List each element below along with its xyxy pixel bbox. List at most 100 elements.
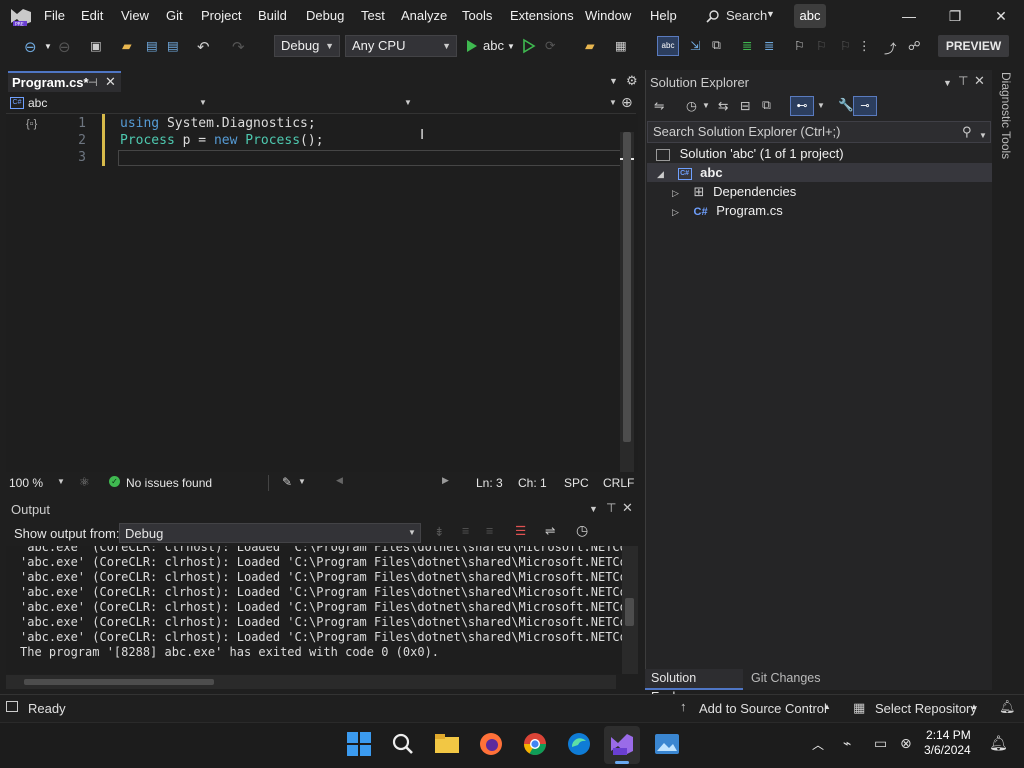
pin-icon[interactable]: ⊤: [958, 74, 968, 88]
tab-program-cs[interactable]: Program.cs* ⊣ ✕: [8, 71, 121, 92]
menu-test[interactable]: Test: [361, 8, 385, 23]
diagnostic-tools-tab[interactable]: Diagnostic Tools: [999, 72, 1013, 159]
switch-views-icon[interactable]: ⇋: [654, 98, 664, 113]
close-icon[interactable]: ✕: [622, 500, 633, 516]
menu-analyze[interactable]: Analyze: [401, 8, 447, 23]
menu-debug[interactable]: Debug: [306, 8, 344, 23]
taskbar-search-icon[interactable]: [390, 731, 416, 757]
chevron-down-icon[interactable]: ▼: [702, 101, 710, 110]
code-cleanup-icon[interactable]: ✎: [282, 475, 292, 489]
close-icon[interactable]: ✕: [105, 74, 116, 90]
notification-bell-icon[interactable]: 🔔︎: [989, 734, 1008, 752]
show-all-files-icon[interactable]: ⧉: [762, 98, 771, 113]
menu-window[interactable]: Window: [585, 8, 631, 23]
tree-item-dependencies[interactable]: ▷ ⊞ Dependencies: [672, 182, 972, 201]
visual-studio-logo-icon[interactable]: PRE: [10, 6, 32, 26]
notification-bell-icon[interactable]: 🔔︎: [999, 699, 1016, 715]
next-message-icon[interactable]: ≡: [486, 524, 493, 538]
volume-muted-icon[interactable]: ⊗: [900, 735, 912, 752]
whitespace-mode[interactable]: SPC: [564, 476, 589, 490]
properties-wrench-icon[interactable]: 🔧: [838, 98, 854, 113]
copy-icon[interactable]: ⧉: [712, 38, 728, 54]
pending-changes-filter-icon[interactable]: ◷: [686, 98, 697, 113]
menu-view[interactable]: View: [121, 8, 149, 23]
save-icon[interactable]: ▤: [146, 38, 162, 54]
more-tools-icon[interactable]: ⋮: [858, 38, 874, 54]
prev-bookmark-icon[interactable]: ⚐: [816, 38, 832, 54]
bookmark-icon[interactable]: ⚐: [794, 38, 810, 54]
hot-reload-icon[interactable]: ⟳: [545, 38, 561, 54]
clear-all-icon[interactable]: ☰: [515, 523, 526, 538]
collapse-all-icon[interactable]: ⊟: [740, 98, 750, 113]
chevron-down-icon[interactable]: ▼: [589, 504, 598, 514]
save-all-icon[interactable]: ▤: [167, 38, 183, 54]
outdent-icon[interactable]: ≣: [764, 38, 780, 54]
restore-button[interactable]: ❐: [932, 0, 978, 32]
monitor-icon[interactable]: ▭: [874, 735, 887, 752]
tab-git-changes[interactable]: Git Changes: [751, 671, 820, 685]
code-line[interactable]: using System.Diagnostics;: [120, 116, 316, 131]
menu-extensions[interactable]: Extensions: [510, 8, 574, 23]
expanded-arrow-icon[interactable]: ◢: [657, 169, 664, 179]
output-text-area[interactable]: 'abc.exe' (CoreCLR: clrhost): Loaded 'C:…: [6, 546, 622, 674]
close-icon[interactable]: ✕: [974, 73, 985, 89]
tab-solution-explorer[interactable]: Solution Explorer: [645, 669, 743, 704]
indent-icon[interactable]: ≣: [742, 38, 758, 54]
column-position[interactable]: Ch: 1: [518, 476, 547, 490]
solution-name-badge[interactable]: abc: [794, 4, 826, 28]
menu-git[interactable]: Git: [166, 8, 183, 23]
chevron-down-icon[interactable]: ▼: [817, 101, 825, 110]
tree-item-project[interactable]: ◢ C# abc: [647, 163, 992, 182]
live-share-icon[interactable]: ☍: [908, 38, 924, 54]
menu-project[interactable]: Project: [201, 8, 241, 23]
edge-icon[interactable]: [566, 731, 592, 757]
chevron-down-icon[interactable]: ▼: [57, 477, 65, 486]
tree-item-solution[interactable]: Solution 'abc' (1 of 1 project): [656, 144, 986, 163]
output-vertical-scrollbar[interactable]: [622, 546, 638, 674]
zoom-level[interactable]: 100 %: [9, 476, 43, 490]
file-explorer-icon[interactable]: [434, 731, 460, 757]
collapsed-arrow-icon[interactable]: ▷: [672, 188, 679, 198]
project-dropdown[interactable]: abc: [28, 96, 47, 110]
chevron-down-icon[interactable]: ▼: [609, 98, 617, 107]
navigate-back-icon[interactable]: ⊖: [24, 38, 40, 56]
visual-studio-taskbar-button[interactable]: [604, 726, 640, 764]
clock-icon[interactable]: ◷: [576, 522, 588, 539]
minimize-button[interactable]: —: [886, 0, 932, 32]
share-icon[interactable]: ⤴: [884, 38, 900, 56]
output-source-dropdown[interactable]: Debug ▼: [119, 523, 421, 543]
next-bookmark-icon[interactable]: ⚐: [840, 38, 856, 54]
chrome-icon[interactable]: [522, 731, 548, 757]
photos-icon[interactable]: [654, 731, 680, 757]
menu-file[interactable]: File: [44, 8, 65, 23]
tree-view-icon[interactable]: ⊷: [790, 96, 814, 116]
issues-status[interactable]: No issues found: [126, 476, 212, 490]
go-to-line-icon[interactable]: ⇟: [434, 524, 444, 539]
scroll-right-icon[interactable]: ▶: [442, 475, 449, 486]
code-editor[interactable]: {▫} 1 using System.Diagnostics; 2 Process p…: [6, 114, 638, 472]
previous-message-icon[interactable]: ≡: [462, 524, 469, 538]
output-horizontal-scrollbar[interactable]: [6, 675, 616, 689]
line-ending[interactable]: CRLF: [603, 476, 634, 490]
layout-icon[interactable]: ▦: [615, 38, 631, 54]
solution-explorer-search[interactable]: Search Solution Explorer (Ctrl+;) ⚲ ▼: [647, 121, 991, 143]
menu-help[interactable]: Help: [650, 8, 677, 23]
platform-dropdown[interactable]: Any CPU ▼: [345, 35, 457, 57]
tab-list-dropdown-icon[interactable]: ▼: [609, 76, 618, 86]
start-without-debugging-icon[interactable]: [521, 38, 537, 54]
collapsed-arrow-icon[interactable]: ▷: [672, 207, 679, 217]
chevron-down-icon[interactable]: ▼: [943, 78, 952, 88]
menu-tools[interactable]: Tools: [462, 8, 492, 23]
start-target-label[interactable]: abc: [483, 38, 504, 53]
add-to-source-control[interactable]: Add to Source Control: [699, 701, 827, 716]
close-window-button[interactable]: ✕: [978, 0, 1024, 32]
taskbar-clock[interactable]: 2:14 PM 3/6/2024: [924, 728, 971, 758]
menu-build[interactable]: Build: [258, 8, 287, 23]
editor-vertical-scrollbar[interactable]: [620, 132, 634, 472]
line-position[interactable]: Ln: 3: [476, 476, 503, 490]
gear-icon[interactable]: ⚙: [626, 73, 638, 89]
word-wrap-icon[interactable]: ⇌: [545, 523, 555, 538]
new-project-icon[interactable]: ▣: [90, 38, 106, 54]
open-folder-icon[interactable]: ▰: [122, 38, 138, 54]
chevron-up-icon[interactable]: ▲: [823, 702, 831, 711]
